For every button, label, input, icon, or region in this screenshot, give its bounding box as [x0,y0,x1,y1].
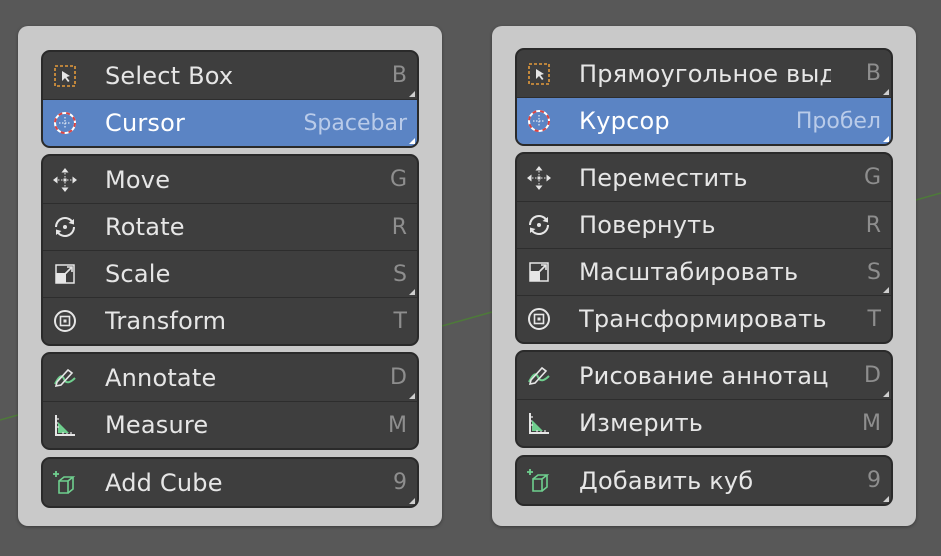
shortcut-label: R [391,214,407,240]
menu-item-annotate[interactable]: Рисование аннотац… D [517,352,891,399]
transform-tools-group: Move G Rotate R Scale S Transform T [41,154,419,346]
menu-item-label: Scale [105,260,171,288]
shortcut-label: S [393,261,407,287]
menu-item-transform[interactable]: Transform T [43,297,417,344]
submenu-corner-indicator [409,289,415,295]
scale-icon [525,258,553,286]
select-box-icon [525,60,553,88]
menu-item-label: Повернуть [579,211,716,239]
submenu-corner-indicator [883,287,889,293]
add-tools-group: Добавить куб 9 [515,455,893,506]
add-cube-icon [51,469,79,497]
move-icon [525,164,553,192]
shortcut-label: T [393,308,407,334]
menu-item-label: Переместить [579,163,748,192]
rotate-icon [51,213,79,241]
transform-tools-group: Переместить G Повернуть R Масштабировать S … [515,152,893,344]
tool-menu-panel-russian: Прямоугольное выд… B Курсор Пробел Перемес… [492,26,916,526]
add-cube-icon [525,467,553,495]
shortcut-label: S [867,259,881,285]
submenu-corner-indicator [883,136,889,142]
cursor-icon [51,109,79,137]
cursor-icon [525,107,553,135]
menu-item-move[interactable]: Move G [43,156,417,203]
menu-item-transform[interactable]: Трансформировать T [517,295,891,342]
submenu-corner-indicator [409,91,415,97]
menu-item-rotate[interactable]: Повернуть R [517,201,891,248]
selection-tools-group: Прямоугольное выд… B Курсор Пробел [515,48,893,146]
measure-icon [525,409,553,437]
shortcut-label: Пробел [795,108,881,134]
menu-item-scale[interactable]: Scale S [43,250,417,297]
shortcut-label: Spacebar [303,110,407,136]
menu-item-select-box[interactable]: Прямоугольное выд… B [517,50,891,97]
move-icon [51,166,79,194]
menu-item-label: Select Box [105,61,234,90]
menu-item-label: Измерить [579,409,704,437]
select-box-icon [51,62,79,90]
transform-icon [51,307,79,335]
scale-icon [51,260,79,288]
shortcut-label: M [862,410,881,436]
shortcut-label: T [867,306,881,332]
submenu-corner-indicator [883,496,889,502]
selection-tools-group: Select Box B Cursor Spacebar [41,50,419,148]
annotation-tools-group: Annotate D Measure M [41,352,419,450]
shortcut-label: 9 [393,470,407,495]
menu-item-label: Масштабировать [579,258,799,286]
rotate-icon [525,211,553,239]
submenu-corner-indicator [409,393,415,399]
measure-icon [51,411,79,439]
tool-menu-panel-english: Select Box B Cursor Spacebar Move G Rotate R… [18,26,442,526]
menu-item-measure[interactable]: Измерить M [517,399,891,446]
menu-item-rotate[interactable]: Rotate R [43,203,417,250]
menu-item-label: Move [105,165,171,194]
annotation-tools-group: Рисование аннотац… D Измерить M [515,350,893,448]
annotate-icon [525,362,553,390]
shortcut-label: G [863,165,881,190]
menu-item-label: Measure [105,411,209,439]
menu-item-label: Add Cube [105,468,223,497]
menu-item-add-cube[interactable]: Добавить куб 9 [517,457,891,504]
menu-item-label: Прямоугольное выд… [579,59,831,88]
submenu-corner-indicator [883,391,889,397]
menu-item-label: Трансформировать [579,305,827,333]
submenu-corner-indicator [883,89,889,95]
shortcut-label: B [391,63,407,88]
menu-item-scale[interactable]: Масштабировать S [517,248,891,295]
submenu-corner-indicator [409,138,415,144]
annotate-icon [51,364,79,392]
menu-item-add-cube[interactable]: Add Cube 9 [43,459,417,506]
menu-item-label: Рисование аннотац… [579,361,831,390]
shortcut-label: M [388,412,407,438]
shortcut-label: D [864,363,881,388]
menu-item-cursor[interactable]: Курсор Пробел [517,97,891,144]
menu-item-measure[interactable]: Measure M [43,401,417,448]
menu-item-cursor[interactable]: Cursor Spacebar [43,99,417,146]
shortcut-label: B [865,61,881,86]
add-tools-group: Add Cube 9 [41,457,419,508]
menu-item-annotate[interactable]: Annotate D [43,354,417,401]
menu-item-label: Добавить куб [579,466,754,495]
submenu-corner-indicator [409,498,415,504]
menu-item-select-box[interactable]: Select Box B [43,52,417,99]
transform-icon [525,305,553,333]
shortcut-label: R [865,212,881,238]
shortcut-label: G [389,167,407,192]
menu-item-move[interactable]: Переместить G [517,154,891,201]
menu-item-label: Rotate [105,213,185,241]
menu-item-label: Курсор [579,107,670,135]
shortcut-label: 9 [867,468,881,493]
menu-item-label: Transform [105,307,227,335]
shortcut-label: D [390,365,407,390]
menu-item-label: Annotate [105,363,217,392]
